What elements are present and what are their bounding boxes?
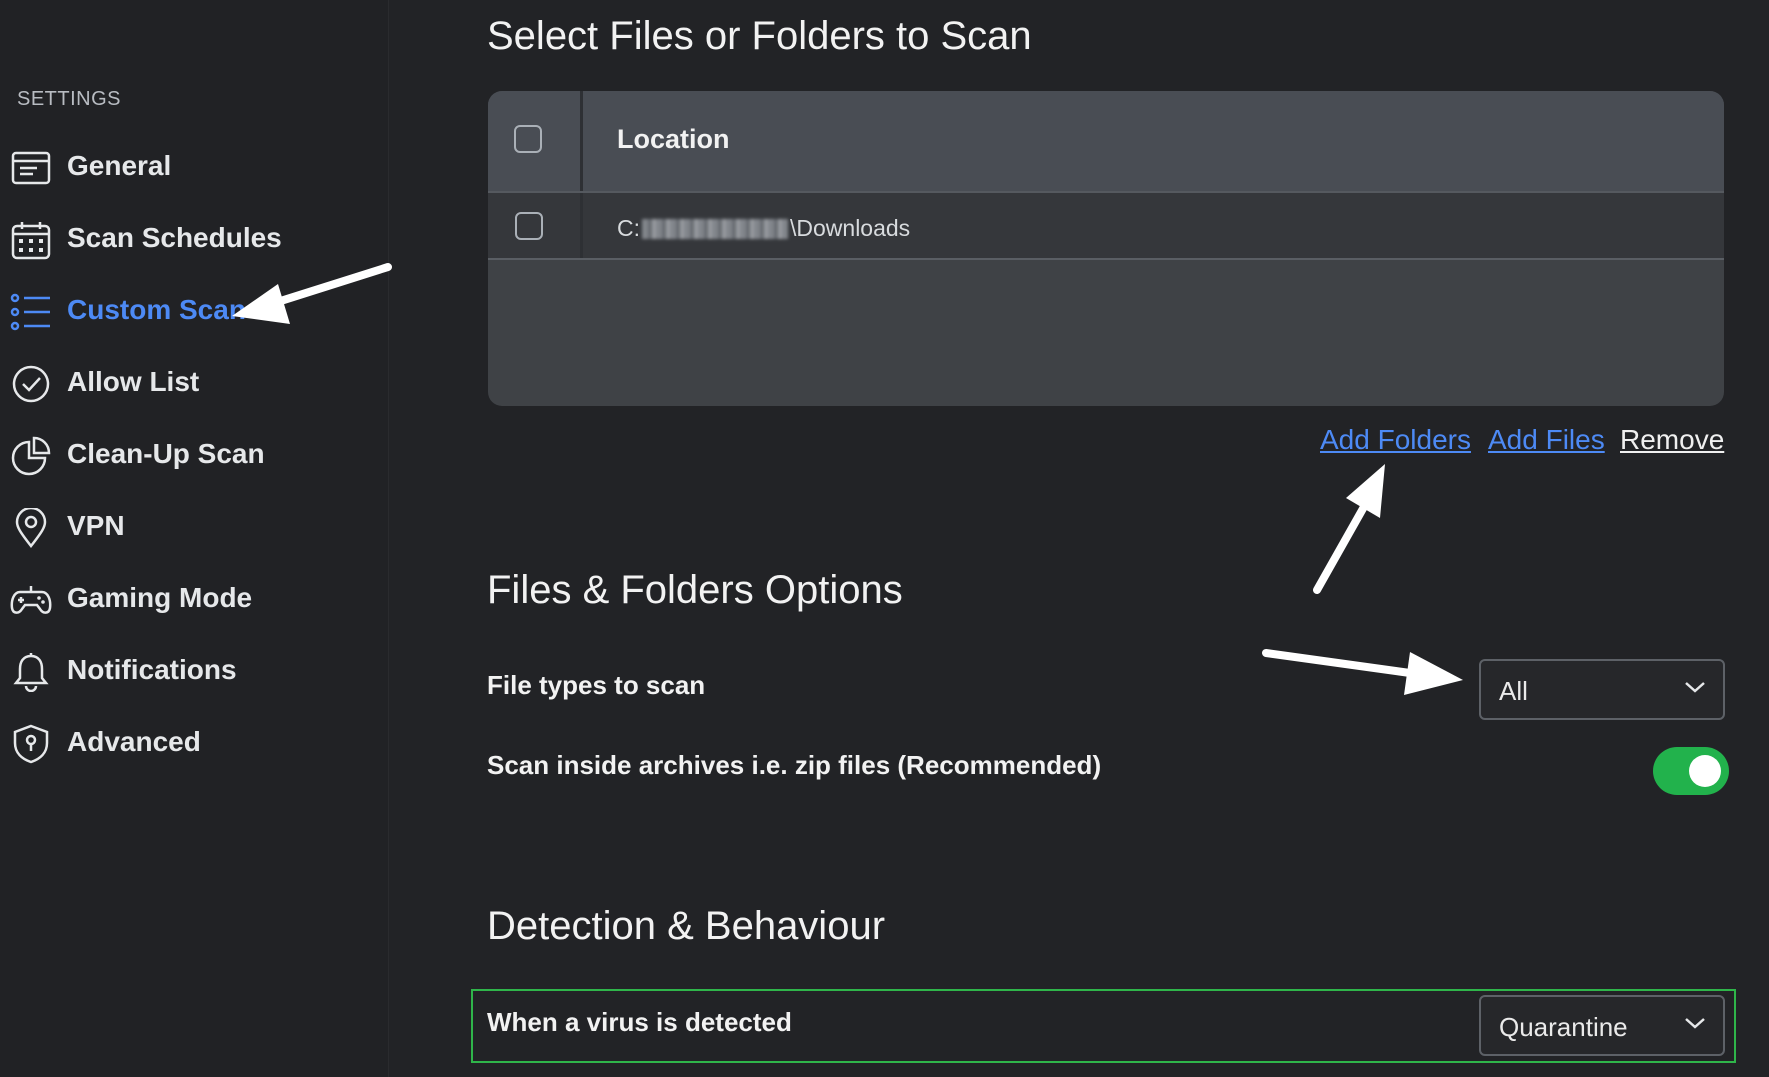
sidebar-item-notifications[interactable]: Notifications <box>0 642 388 698</box>
column-divider <box>580 193 583 258</box>
sidebar-item-allow-list[interactable]: Allow List <box>0 354 388 410</box>
sidebar-item-label: Advanced <box>67 726 201 757</box>
chevron-down-icon <box>1683 1015 1707 1036</box>
sidebar-item-scan-schedules[interactable]: Scan Schedules <box>0 210 388 266</box>
main-content: Select Files or Folders to Scan Location… <box>388 0 1769 1077</box>
sidebar-item-label: Gaming Mode <box>67 582 253 613</box>
archives-label: Scan inside archives i.e. zip files (Rec… <box>487 750 1102 780</box>
location-pin-icon <box>10 508 52 548</box>
virus-action-value: Quarantine <box>1499 1012 1628 1042</box>
calendar-icon <box>10 220 52 260</box>
select-all-checkbox[interactable] <box>514 125 542 153</box>
sidebar-item-label: General <box>67 150 172 181</box>
location-column-header: Location <box>617 124 730 154</box>
add-folders-link[interactable]: Add Folders <box>1320 424 1471 456</box>
row-checkbox[interactable] <box>515 212 543 240</box>
settings-sidebar: SETTINGS General Scan Schedules Custom S… <box>0 0 389 1077</box>
redacted-username <box>642 218 788 239</box>
path-prefix: C: <box>617 215 640 241</box>
chevron-down-icon <box>1683 679 1707 700</box>
path-suffix: \Downloads <box>790 215 911 241</box>
sidebar-item-label: Allow List <box>67 366 200 397</box>
toggle-knob <box>1689 755 1721 787</box>
remove-link[interactable]: Remove <box>1620 424 1724 456</box>
sidebar-item-custom-scan[interactable]: Custom Scan <box>0 282 388 338</box>
sidebar-item-label: VPN <box>67 510 125 541</box>
list-icon <box>10 292 52 332</box>
sidebar-item-general[interactable]: General <box>0 138 388 194</box>
virus-action-dropdown[interactable]: Quarantine <box>1479 995 1725 1056</box>
sidebar-item-clean-up-scan[interactable]: Clean-Up Scan <box>0 426 388 482</box>
select-section-title: Select Files or Folders to Scan <box>487 14 1032 58</box>
column-divider <box>580 91 583 191</box>
window-icon <box>10 148 52 188</box>
table-row[interactable]: C: \Downloads <box>488 191 1724 260</box>
sidebar-item-vpn[interactable]: VPN <box>0 498 388 554</box>
file-types-value: All <box>1499 676 1528 706</box>
virus-detected-label: When a virus is detected <box>487 1007 792 1037</box>
options-section-title: Files & Folders Options <box>487 568 903 612</box>
detection-section-title: Detection & Behaviour <box>487 904 886 948</box>
sidebar-item-label: Scan Schedules <box>67 222 282 253</box>
pie-chart-icon <box>10 436 52 476</box>
check-circle-icon <box>10 364 52 404</box>
sidebar-heading: SETTINGS <box>17 88 122 110</box>
scan-locations-table: Location C: \Downloads <box>488 91 1724 406</box>
gamepad-icon <box>10 580 52 620</box>
virus-detected-row: When a virus is detected Quarantine <box>471 989 1736 1063</box>
archives-toggle[interactable] <box>1653 747 1729 795</box>
sidebar-item-label: Clean-Up Scan <box>67 438 265 469</box>
add-files-link[interactable]: Add Files <box>1488 424 1605 456</box>
table-header: Location <box>488 91 1724 191</box>
shield-icon <box>10 724 52 764</box>
sidebar-item-gaming-mode[interactable]: Gaming Mode <box>0 570 388 626</box>
file-types-dropdown[interactable]: All <box>1479 659 1725 720</box>
bell-icon <box>10 652 52 692</box>
location-path: C: \Downloads <box>617 215 910 242</box>
sidebar-item-advanced[interactable]: Advanced <box>0 714 388 770</box>
sidebar-item-label: Notifications <box>67 654 237 685</box>
file-types-label: File types to scan <box>487 670 706 700</box>
sidebar-item-label: Custom Scan <box>67 294 246 325</box>
